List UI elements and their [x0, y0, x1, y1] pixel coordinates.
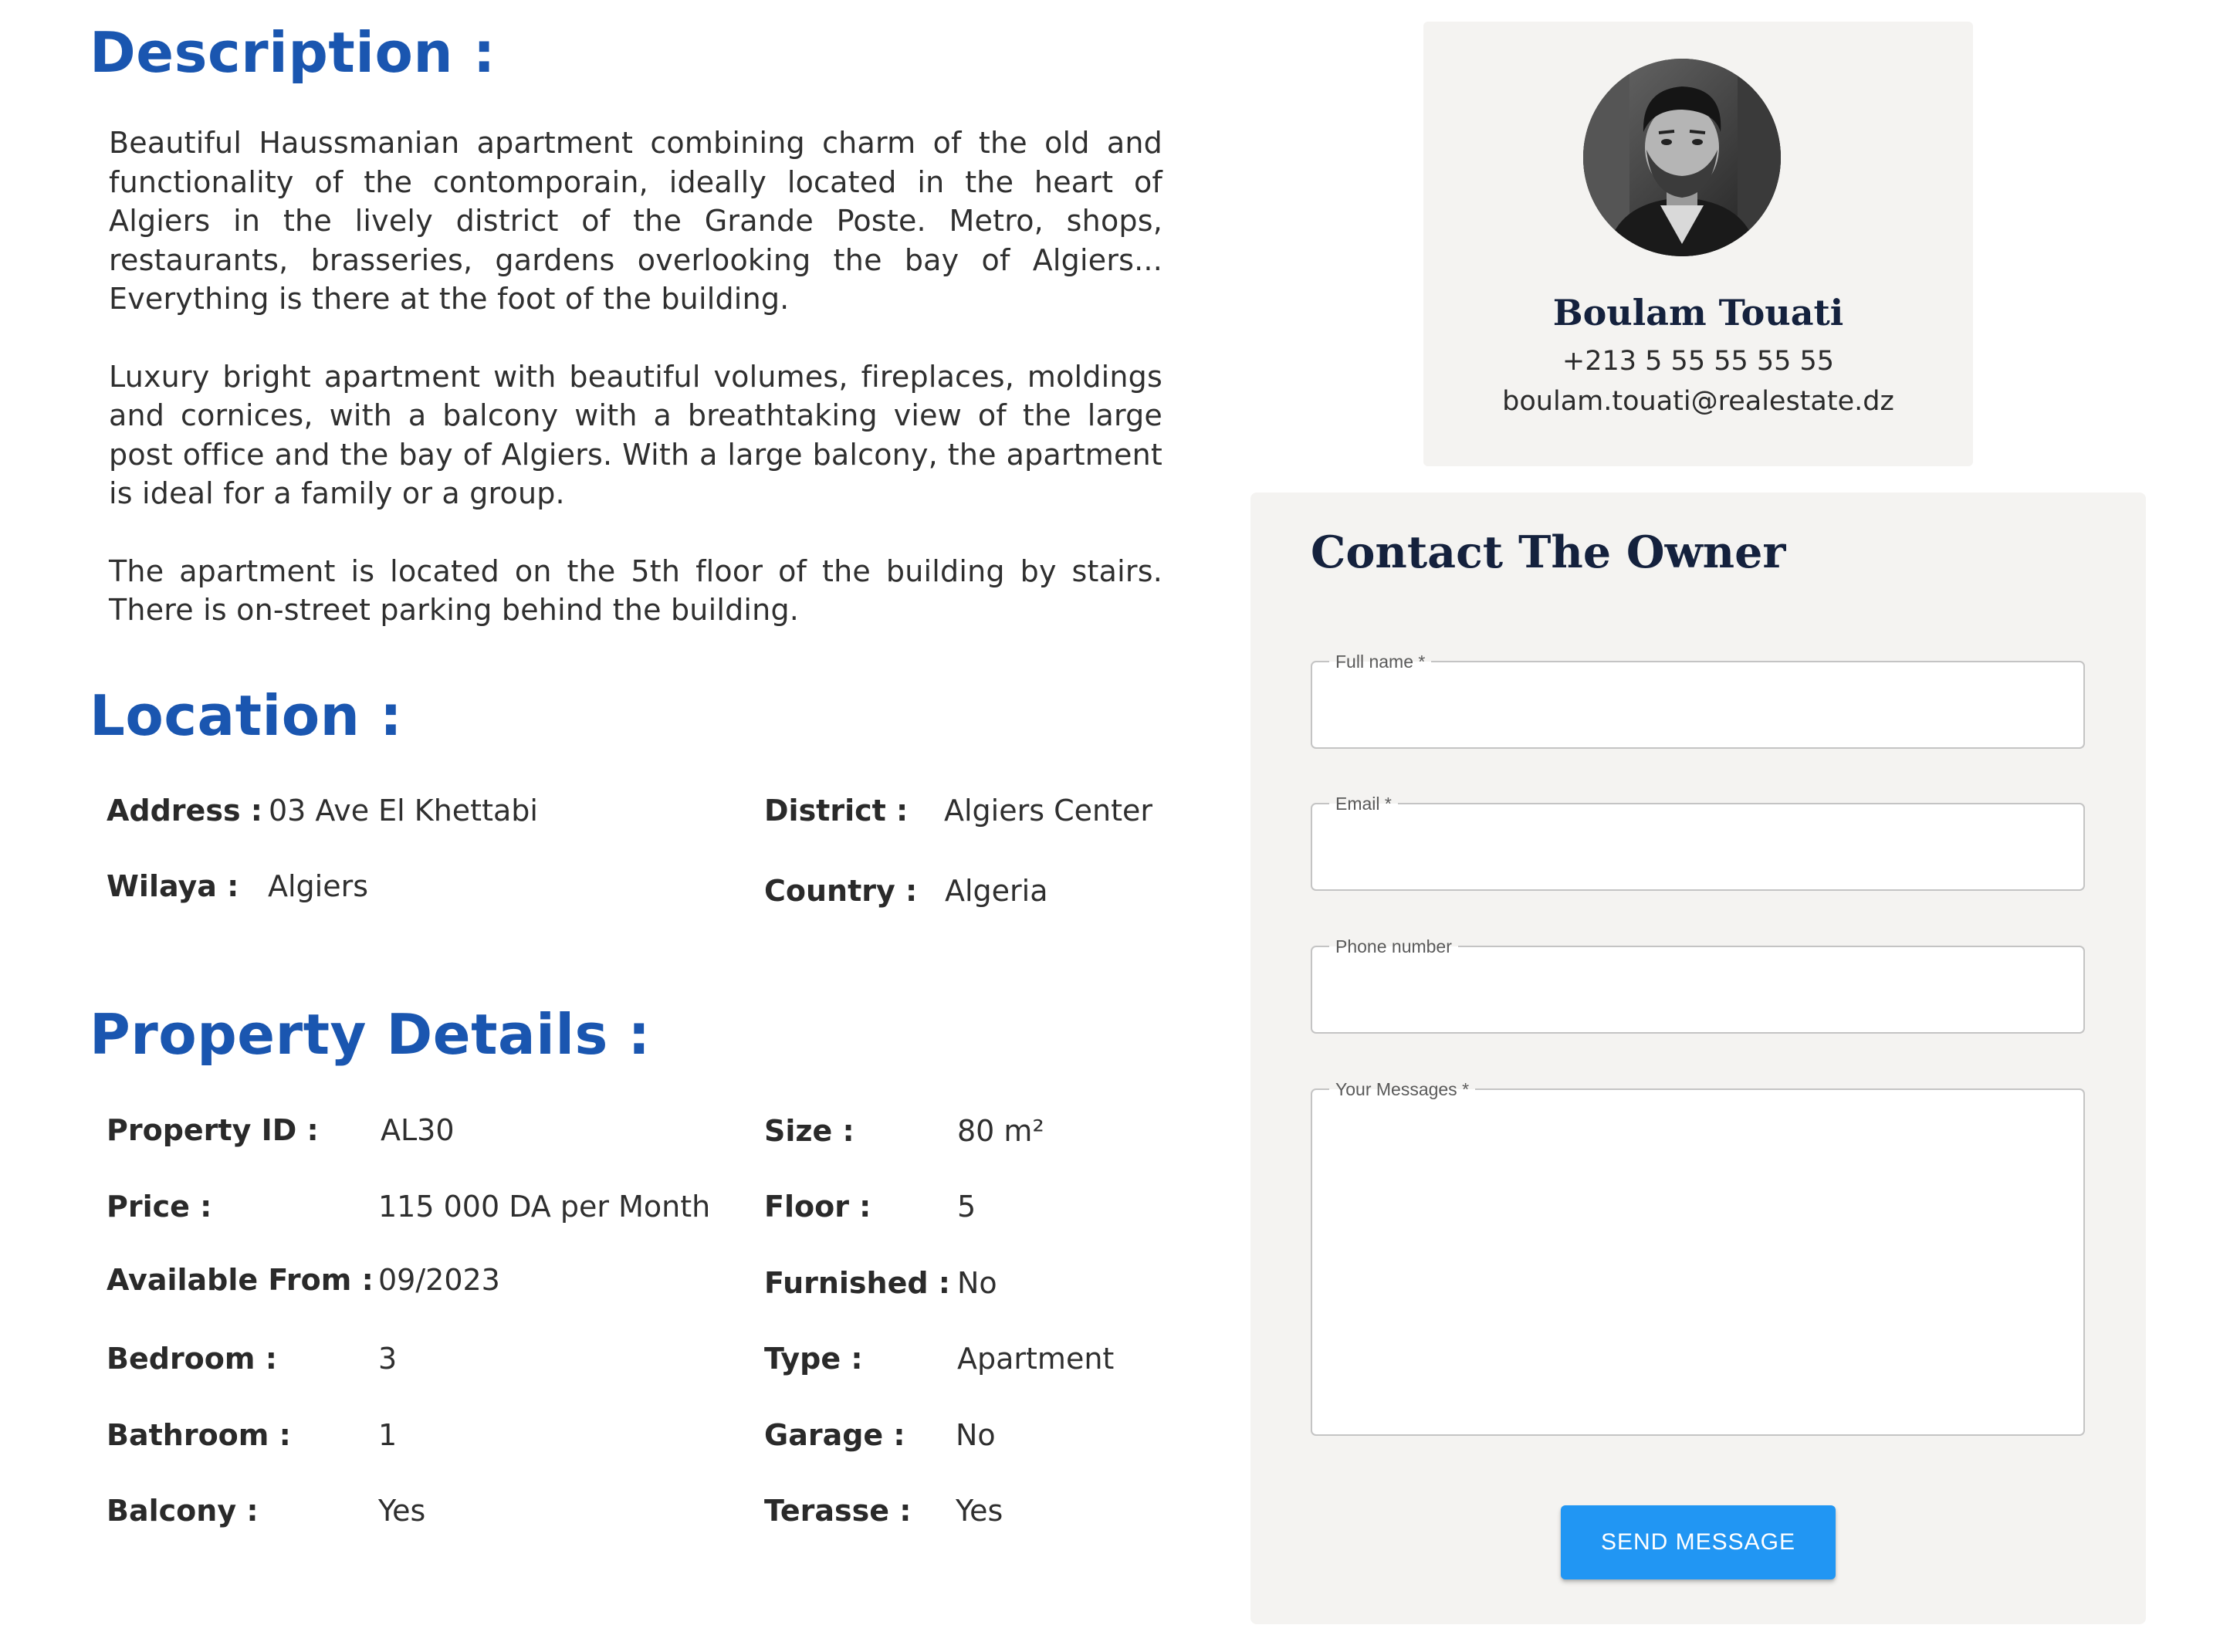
country-label: Country : — [764, 874, 918, 908]
address-label: Address : — [107, 794, 262, 828]
send-message-button[interactable]: SEND MESSAGE — [1561, 1505, 1836, 1579]
country-value: Algeria — [945, 874, 1048, 908]
district-label: District : — [764, 794, 909, 828]
detail-label: Garage : — [764, 1418, 905, 1452]
detail-value: 1 — [378, 1418, 398, 1452]
detail-value: 115 000 DA per Month — [378, 1190, 711, 1224]
detail-label: Terasse : — [764, 1494, 912, 1528]
description-paragraph: Luxury bright apartment with beautiful v… — [109, 359, 1162, 511]
detail-value: AL30 — [381, 1113, 455, 1147]
detail-label: Bathroom : — [107, 1418, 291, 1452]
agent-card: Boulam Touati +213 5 55 55 55 55 boulam.… — [1423, 22, 1973, 466]
detail-value: Apartment — [957, 1342, 1115, 1376]
agent-avatar[interactable] — [1583, 59, 1781, 256]
detail-label: Available From : — [107, 1263, 374, 1297]
detail-label: Floor : — [764, 1190, 871, 1224]
detail-value: 09/2023 — [378, 1263, 500, 1297]
wilaya-label: Wilaya : — [107, 869, 239, 903]
detail-value: Yes — [378, 1494, 426, 1528]
contact-title: Contact The Owner — [1311, 526, 1786, 578]
detail-label: Furnished : — [764, 1266, 951, 1300]
email-input[interactable] — [1312, 804, 2083, 889]
detail-label: Property ID : — [107, 1113, 319, 1147]
detail-value: No — [956, 1418, 996, 1452]
detail-label: Balcony : — [107, 1494, 259, 1528]
location-title: Location : — [90, 683, 403, 748]
user-avatar-photo-icon — [1583, 59, 1781, 256]
phone-input[interactable] — [1312, 947, 2083, 1032]
full-name-input[interactable] — [1312, 662, 2083, 747]
detail-value: Yes — [956, 1494, 1003, 1528]
detail-value: 5 — [957, 1190, 976, 1224]
property-details-title: Property Details : — [90, 1002, 651, 1067]
detail-value: No — [957, 1266, 997, 1300]
district-value: Algiers Center — [944, 794, 1153, 828]
description-title: Description : — [90, 20, 496, 85]
agent-email: boulam.touati@realestate.dz — [1502, 386, 1894, 417]
message-textarea[interactable] — [1312, 1090, 2083, 1434]
detail-label: Price : — [107, 1190, 212, 1224]
message-field[interactable]: Your Messages * — [1311, 1079, 2085, 1436]
detail-value: 80 m² — [957, 1114, 1044, 1148]
detail-value: 3 — [378, 1342, 398, 1376]
wilaya-value: Algiers — [268, 869, 369, 903]
description-text: Beautiful Haussmanian apartment combinin… — [109, 124, 1162, 669]
detail-label: Bedroom : — [107, 1342, 277, 1376]
description-paragraph: The apartment is located on the 5th floo… — [109, 553, 1162, 628]
description-paragraph: Beautiful Haussmanian apartment combinin… — [109, 126, 1162, 316]
phone-field[interactable]: Phone number — [1311, 936, 2085, 1034]
email-field[interactable]: Email * — [1311, 794, 2085, 891]
contact-owner-form: Contact The Owner Full name * Email * Ph… — [1250, 493, 2146, 1624]
detail-label: Size : — [764, 1114, 854, 1148]
address-value: 03 Ave El Khettabi — [269, 794, 538, 828]
detail-label: Type : — [764, 1342, 863, 1376]
agent-name: Boulam Touati — [1552, 292, 1844, 333]
full-name-field[interactable]: Full name * — [1311, 652, 2085, 749]
agent-phone: +213 5 55 55 55 55 — [1562, 346, 1835, 377]
